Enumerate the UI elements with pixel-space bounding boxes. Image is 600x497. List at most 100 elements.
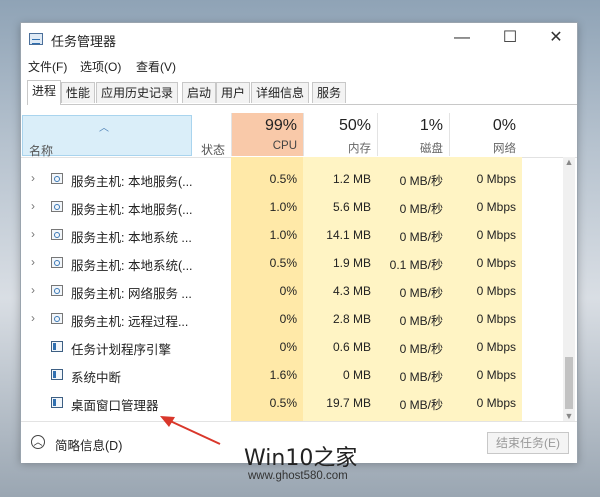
disk-column-label: 磁盘: [420, 143, 443, 155]
process-name: 服务主机: 本地服务(...: [71, 175, 193, 189]
process-disk: 0 MB/秒: [399, 370, 443, 384]
process-network: 0 Mbps: [476, 340, 516, 354]
process-disk: 0 MB/秒: [399, 202, 443, 216]
window-title: 任务管理器: [51, 34, 117, 49]
tab-services[interactable]: 服务: [312, 82, 347, 103]
process-cpu: 0.5%: [269, 256, 297, 270]
process-row[interactable]: › 服务主机: 本地系统 ... 1.0% 14.1 MB 0 MB/秒 0 M…: [21, 221, 566, 249]
gear-icon: [51, 229, 63, 240]
tab-bar: 进程 性能 应用历史记录 启动 用户 详细信息 服务: [27, 80, 577, 105]
app-window-icon: [51, 369, 63, 380]
process-row[interactable]: 桌面窗口管理器 0.5% 19.7 MB 0 MB/秒 0 Mbps: [21, 389, 566, 417]
process-name: 服务主机: 网络服务 ...: [71, 287, 192, 301]
title-bar[interactable]: 任务管理器 — ☐ ✕: [21, 23, 577, 55]
process-memory: 14.1 MB: [326, 228, 371, 242]
process-memory: 5.6 MB: [332, 200, 371, 214]
scroll-thumb[interactable]: [565, 357, 573, 409]
process-network: 0 Mbps: [476, 172, 516, 186]
disk-total-percent: 1%: [419, 117, 443, 134]
gear-icon: [51, 313, 63, 324]
process-row[interactable]: › 服务主机: 远程过程... 0% 2.8 MB 0 MB/秒 0 Mbps: [21, 305, 566, 333]
process-row[interactable]: 系统中断 1.6% 0 MB 0 MB/秒 0 Mbps: [21, 361, 566, 389]
process-row[interactable]: › 服务主机: 本地服务(... 0.5% 1.2 MB 0 MB/秒 0 Mb…: [21, 165, 566, 193]
process-cpu: 0.5%: [269, 396, 297, 410]
tab-details[interactable]: 详细信息: [251, 82, 310, 103]
process-name: 任务计划程序引擎: [71, 343, 172, 357]
gear-icon: [51, 257, 63, 268]
process-network: 0 Mbps: [476, 228, 516, 242]
process-cpu: 1.0%: [269, 200, 297, 214]
memory-total-percent: 50%: [338, 117, 371, 134]
sort-ascending-icon: ︿: [99, 123, 109, 134]
tab-startup[interactable]: 启动: [182, 82, 217, 103]
network-column-label: 网络: [493, 143, 516, 155]
collapse-chevron-icon[interactable]: ︿: [31, 435, 45, 449]
scroll-down-arrow-icon[interactable]: ▼: [563, 411, 575, 421]
minimize-button[interactable]: —: [439, 23, 485, 53]
process-disk: 0 MB/秒: [399, 398, 443, 412]
expand-chevron-icon[interactable]: ›: [31, 171, 35, 185]
gear-icon: [51, 201, 63, 212]
tab-processes[interactable]: 进程: [27, 80, 62, 105]
network-column-header[interactable]: 0% 网络: [449, 113, 522, 156]
process-disk: 0.1 MB/秒: [389, 258, 443, 272]
process-name: 系统中断: [71, 371, 122, 385]
process-memory: 19.7 MB: [326, 396, 371, 410]
close-button[interactable]: ✕: [533, 23, 579, 53]
process-cpu: 1.0%: [269, 228, 297, 242]
disk-column-header[interactable]: 1% 磁盘: [377, 113, 449, 156]
process-network: 0 Mbps: [476, 256, 516, 270]
process-network: 0 Mbps: [476, 312, 516, 326]
gear-icon: [51, 285, 63, 296]
cpu-total-percent: 99%: [264, 117, 297, 134]
process-cpu: 1.6%: [269, 368, 297, 382]
process-row[interactable]: › 服务主机: 本地系统(... 0.5% 1.9 MB 0.1 MB/秒 0 …: [21, 249, 566, 277]
expand-chevron-icon[interactable]: ›: [31, 199, 35, 213]
expand-chevron-icon[interactable]: ›: [31, 255, 35, 269]
status-column-header[interactable]: 状态: [201, 141, 225, 158]
fewer-details-button[interactable]: 简略信息(D): [55, 435, 122, 454]
cpu-column-label: CPU: [272, 140, 297, 152]
end-task-button[interactable]: 结束任务(E): [487, 432, 569, 454]
expand-chevron-icon[interactable]: ›: [31, 227, 35, 241]
tab-users[interactable]: 用户: [216, 82, 251, 103]
process-cpu: 0.5%: [269, 172, 297, 186]
process-network: 0 Mbps: [476, 200, 516, 214]
watermark-url: www.ghost580.com: [248, 470, 348, 482]
scroll-up-arrow-icon[interactable]: ▲: [563, 157, 575, 167]
process-network: 0 Mbps: [476, 368, 516, 382]
process-cpu: 0%: [279, 284, 297, 298]
process-memory: 0.6 MB: [332, 340, 371, 354]
process-disk: 0 MB/秒: [399, 286, 443, 300]
process-name: 服务主机: 本地系统(...: [71, 259, 193, 273]
process-memory: 2.8 MB: [332, 312, 371, 326]
menu-bar: 文件(F) 选项(O) 查看(V): [21, 56, 577, 76]
process-cpu: 0%: [279, 340, 297, 354]
column-headers: ︿ 名称 状态 99% CPU 50% 内存 1% 磁盘 0% 网络: [21, 113, 577, 158]
name-column-header[interactable]: ︿ 名称: [22, 115, 192, 158]
process-row[interactable]: 任务计划程序引擎 0% 0.6 MB 0 MB/秒 0 Mbps: [21, 333, 566, 361]
menu-view[interactable]: 查看(V): [136, 58, 176, 75]
tab-performance[interactable]: 性能: [61, 82, 96, 103]
process-name: 服务主机: 远程过程...: [71, 315, 189, 329]
process-row[interactable]: › 服务主机: 网络服务 ... 0% 4.3 MB 0 MB/秒 0 Mbps: [21, 277, 566, 305]
memory-column-label: 内存: [348, 143, 371, 155]
process-list: › 服务主机: 本地服务(... 0.5% 1.2 MB 0 MB/秒 0 Mb…: [21, 157, 566, 421]
cpu-column-header[interactable]: 99% CPU: [231, 113, 303, 156]
menu-options[interactable]: 选项(O): [80, 58, 121, 75]
process-row[interactable]: › 服务主机: 本地服务(... 1.0% 5.6 MB 0 MB/秒 0 Mb…: [21, 193, 566, 221]
process-name: 服务主机: 本地服务(...: [71, 203, 193, 217]
app-window-icon: [51, 341, 63, 352]
maximize-button[interactable]: ☐: [487, 23, 533, 53]
process-memory: 0 MB: [342, 368, 371, 382]
vertical-scrollbar[interactable]: ▲ ▼: [563, 157, 575, 421]
memory-column-header[interactable]: 50% 内存: [303, 113, 377, 156]
app-window-icon: [51, 397, 63, 408]
tab-app-history[interactable]: 应用历史记录: [96, 82, 179, 103]
process-network: 0 Mbps: [476, 396, 516, 410]
expand-chevron-icon[interactable]: ›: [31, 311, 35, 325]
expand-chevron-icon[interactable]: ›: [31, 283, 35, 297]
menu-file[interactable]: 文件(F): [28, 58, 67, 75]
gear-icon: [51, 173, 63, 184]
task-manager-window: 任务管理器 — ☐ ✕ 文件(F) 选项(O) 查看(V) 进程 性能 应用历史…: [20, 22, 578, 463]
